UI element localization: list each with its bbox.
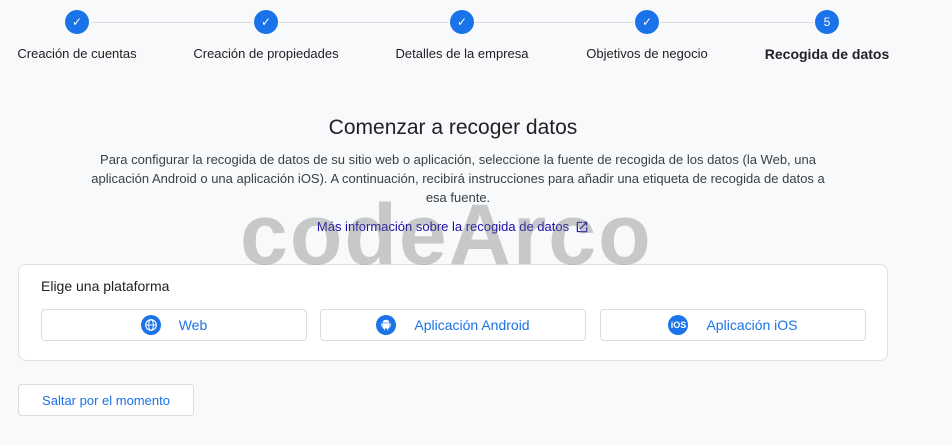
- open-in-new-icon: [576, 221, 588, 232]
- android-platform-label: Aplicación Android: [414, 317, 530, 333]
- globe-icon: [140, 315, 161, 335]
- android-icon: [376, 315, 397, 335]
- android-platform-button[interactable]: Aplicación Android: [320, 309, 586, 341]
- step-number-badge: 5: [815, 10, 839, 34]
- step-label: Detalles de la empresa: [395, 46, 529, 61]
- check-icon: ✓: [65, 10, 89, 34]
- platform-card: Elige una plataforma Web Aplicación Andr…: [18, 264, 888, 361]
- check-icon: ✓: [254, 10, 278, 34]
- check-icon: ✓: [635, 10, 659, 34]
- step-creacion-cuentas[interactable]: ✓ Creación de cuentas: [17, 10, 137, 61]
- page-description: Para configurar la recogida de datos de …: [91, 152, 825, 205]
- check-icon: ✓: [450, 10, 474, 34]
- step-label: Creación de propiedades: [193, 46, 339, 61]
- setup-stepper: ✓ Creación de cuentas ✓ Creación de prop…: [0, 0, 952, 90]
- skip-for-now-button[interactable]: Saltar por el momento: [18, 384, 194, 416]
- step-label: Objetivos de negocio: [586, 46, 708, 61]
- more-info-link[interactable]: Más información sobre la recogida de dat…: [0, 219, 906, 234]
- step-label: Creación de cuentas: [17, 46, 137, 61]
- web-platform-label: Web: [178, 317, 208, 333]
- step-objetivos-negocio[interactable]: ✓ Objetivos de negocio: [585, 10, 709, 61]
- step-creacion-propiedades[interactable]: ✓ Creación de propiedades: [193, 10, 339, 61]
- page-title: Comenzar a recoger datos: [328, 116, 578, 139]
- platform-card-label: Elige una plataforma: [41, 278, 170, 294]
- more-info-link-text: Más información sobre la recogida de dat…: [316, 219, 570, 234]
- ios-icon: iOS: [668, 315, 689, 335]
- web-platform-button[interactable]: Web: [41, 309, 307, 341]
- ios-platform-button[interactable]: iOS Aplicación iOS: [600, 309, 866, 341]
- step-recogida-datos[interactable]: 5 Recogida de datos: [762, 10, 892, 62]
- step-label: Recogida de datos: [764, 46, 890, 62]
- ios-platform-label: Aplicación iOS: [706, 317, 798, 333]
- step-detalles-empresa[interactable]: ✓ Detalles de la empresa: [395, 10, 529, 61]
